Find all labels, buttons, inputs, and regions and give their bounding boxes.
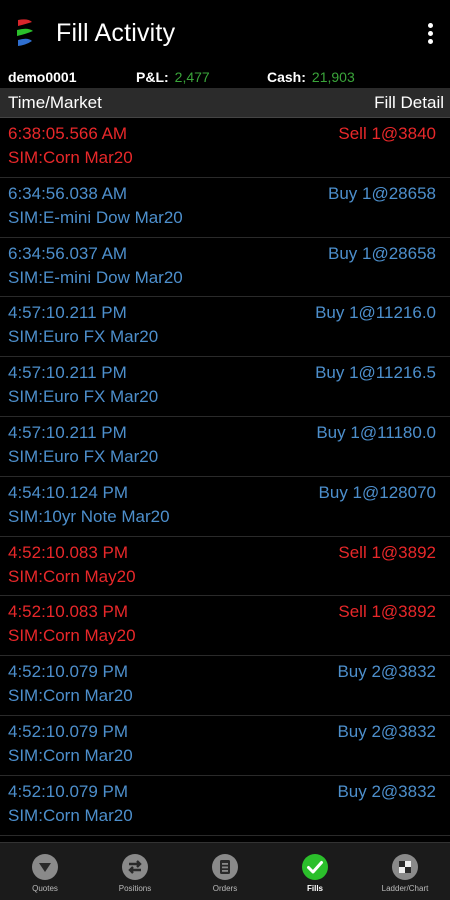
- page-title: Fill Activity: [56, 18, 176, 47]
- cash-block: Cash: 21,903: [267, 69, 355, 85]
- positions-swap-icon: [122, 853, 148, 880]
- pnl-block: P&L: 2,477: [136, 69, 267, 85]
- fill-row[interactable]: 4:57:10.211 PM SIM:Euro FX Mar20 Buy 1@112…: [0, 297, 450, 358]
- fill-row[interactable]: 4:52:10.083 PM SIM:Corn May20 Sell 1@3892: [0, 537, 450, 597]
- account-name: demo0001: [8, 69, 77, 85]
- fill-market: SIM:10yr Note Mar20: [8, 506, 170, 526]
- column-header-fill-detail: Fill Detail: [374, 92, 444, 112]
- fill-detail: Buy 1@11180.0: [316, 422, 436, 442]
- nav-label-orders: Orders: [212, 883, 238, 893]
- overflow-menu-icon[interactable]: [418, 13, 442, 53]
- fill-detail: Sell 1@3840: [338, 124, 436, 143]
- fill-detail: Buy 2@3832: [337, 781, 436, 801]
- fill-row[interactable]: 6:38:05.566 AM SIM:Corn Mar20 Sell 1@3840: [0, 118, 450, 178]
- orders-icon: [212, 853, 238, 880]
- table-header: Time/Market Fill Detail: [0, 88, 450, 118]
- app-logo-icon: [17, 19, 33, 46]
- nav-label-ladder-chart: Ladder/Chart: [381, 883, 429, 893]
- fill-detail: Buy 2@3832: [337, 662, 436, 682]
- fill-market: SIM:Corn Mar20: [8, 805, 133, 825]
- fill-detail: Buy 1@11216.5: [315, 363, 436, 383]
- fill-row[interactable]: 4:54:10.124 PM SIM:10yr Note Mar20 Buy 1@1…: [0, 477, 450, 537]
- nav-orders[interactable]: Orders: [180, 843, 270, 900]
- fill-detail: Buy 1@28658: [327, 243, 436, 263]
- fill-detail: Buy 1@11216.0: [315, 303, 436, 323]
- fills-checkmark-icon: [302, 853, 328, 880]
- nav-ladder-chart[interactable]: Ladder/Chart: [360, 843, 450, 900]
- account-summary: demo0001 P&L: 2,477 Cash: 21,903: [0, 66, 450, 88]
- fill-row[interactable]: 6:34:56.038 AM SIM:E-mini Dow Mar20 Buy 1@…: [0, 178, 450, 238]
- nav-label-fills: Fills: [306, 883, 323, 893]
- fill-row[interactable]: 4:52:10.079 PM SIM:Corn Mar20 Buy 2@3832: [0, 656, 450, 716]
- fill-detail: Buy 1@128070: [318, 482, 436, 502]
- fill-market: SIM:Corn May20: [8, 566, 136, 586]
- ladder-chart-icon: [392, 853, 418, 880]
- fill-market: SIM:E-mini Dow Mar20: [8, 207, 183, 227]
- fill-detail: Sell 1@3892: [338, 602, 436, 622]
- cash-label: Cash:: [267, 69, 306, 85]
- fill-row[interactable]: 4:57:10.211 PM SIM:Euro FX Mar20 Buy 1@111…: [0, 417, 450, 477]
- fill-market: SIM:Corn Mar20: [8, 686, 133, 706]
- fill-detail: Sell 1@3892: [338, 542, 436, 562]
- pnl-label: P&L:: [136, 69, 169, 85]
- fill-row[interactable]: 6:34:56.037 AM SIM:E-mini Dow Mar20 Buy 1@…: [0, 238, 450, 298]
- fill-list[interactable]: 6:38:05.566 AM SIM:Corn Mar20 Sell 1@3840 …: [0, 118, 450, 836]
- fill-row[interactable]: 4:52:10.083 PM SIM:Corn May20 Sell 1@3892: [0, 596, 450, 657]
- fill-market: SIM:Euro FX Mar20: [8, 327, 159, 347]
- nav-label-quotes: Quotes: [32, 883, 58, 893]
- fill-detail: Buy 1@28658: [327, 183, 436, 203]
- fill-market: SIM:Corn Mar20: [8, 148, 133, 167]
- fill-market: SIM:E-mini Dow Mar20: [8, 267, 183, 287]
- fill-market: SIM:Corn Mar20: [8, 745, 133, 765]
- nav-positions[interactable]: Positions: [90, 843, 180, 900]
- fill-detail: Buy 2@3832: [337, 721, 436, 741]
- column-header-time-market: Time/Market: [8, 92, 102, 112]
- fill-row[interactable]: 4:52:10.079 PM SIM:Corn Mar20 Buy 2@3832: [0, 716, 450, 776]
- quotes-icon: [32, 853, 58, 880]
- fill-row[interactable]: 4:52:10.079 PM SIM:Corn Mar20 Buy 2@3832: [0, 776, 450, 836]
- fill-market: SIM:Euro FX Mar20: [8, 446, 159, 466]
- app-bar: Fill Activity: [0, 0, 450, 66]
- nav-quotes[interactable]: Quotes: [0, 843, 90, 900]
- pnl-value: 2,477: [174, 69, 210, 85]
- bottom-nav: Quotes Positions Orders Fills Ladder/Cha…: [0, 842, 450, 900]
- fill-market: SIM:Euro FX Mar20: [8, 387, 159, 407]
- cash-value: 21,903: [311, 69, 355, 85]
- fill-market: SIM:Corn May20: [8, 626, 136, 646]
- fill-row[interactable]: 4:57:10.211 PM SIM:Euro FX Mar20 Buy 1@112…: [0, 357, 450, 417]
- nav-fills[interactable]: Fills: [270, 843, 360, 900]
- nav-label-positions: Positions: [118, 883, 152, 893]
